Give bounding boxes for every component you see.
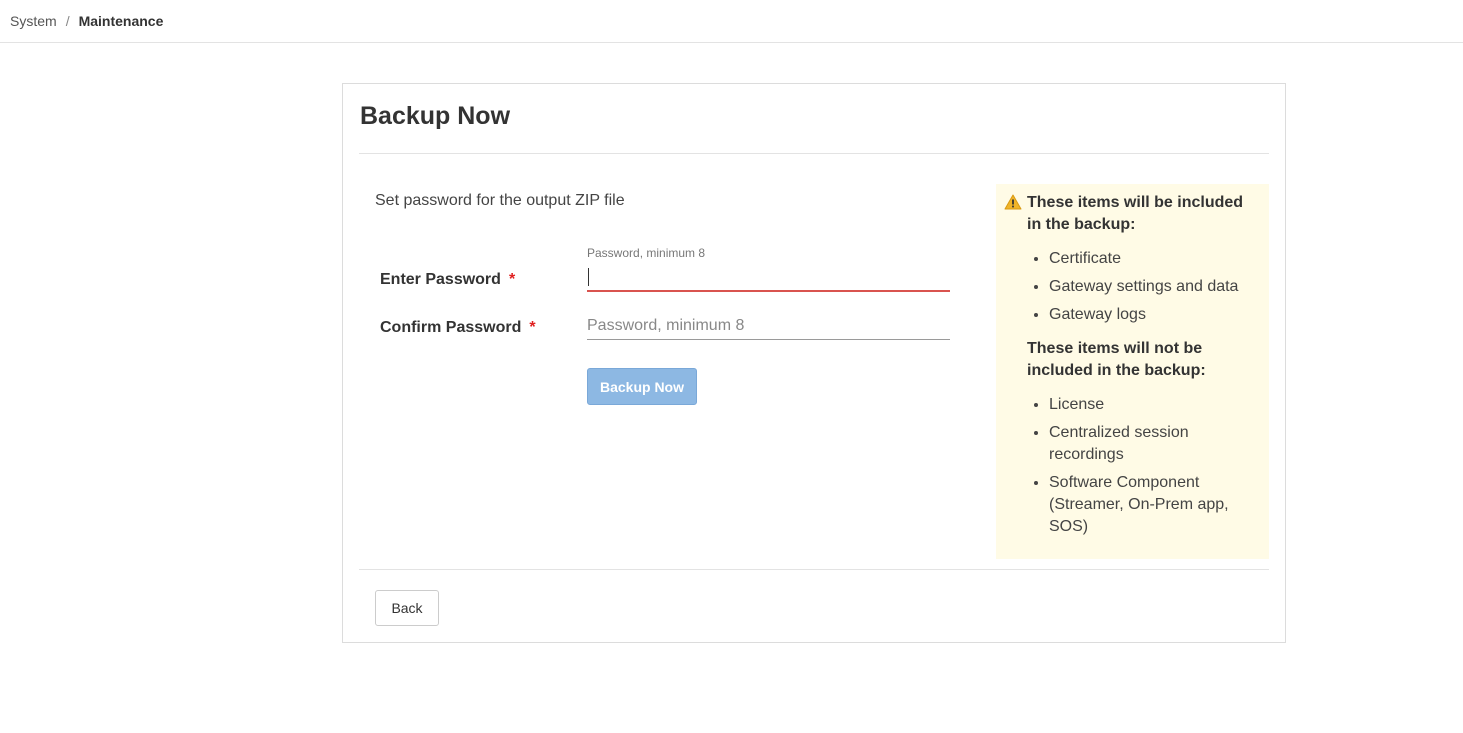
list-item: Certificate	[1049, 248, 1255, 270]
page-title: Backup Now	[360, 102, 511, 130]
confirm-password-label: Confirm Password *	[380, 319, 536, 337]
required-mark: *	[508, 271, 516, 288]
back-button[interactable]: Back	[375, 590, 439, 626]
backup-card: Backup Now Set password for the output Z…	[342, 83, 1286, 643]
list-item: License	[1049, 394, 1255, 416]
enter-password-label: Enter Password *	[380, 271, 515, 289]
excluded-list: License Centralized session recordings S…	[1004, 394, 1255, 538]
required-mark: *	[529, 319, 536, 336]
warning-icon	[1004, 194, 1022, 210]
confirm-password-label-text: Confirm Password	[380, 319, 522, 336]
list-item: Centralized session recordings	[1049, 422, 1255, 466]
confirm-password-input[interactable]	[587, 312, 950, 340]
enter-password-input[interactable]	[587, 264, 950, 292]
included-heading: These items will be included in the back…	[1004, 192, 1255, 236]
backup-info-panel: These items will be included in the back…	[996, 184, 1269, 559]
excluded-heading: These items will not be included in the …	[1027, 338, 1255, 382]
breadcrumb-separator: /	[65, 13, 70, 29]
list-item: Gateway settings and data	[1049, 276, 1255, 298]
included-list: Certificate Gateway settings and data Ga…	[1004, 248, 1255, 326]
text-caret	[588, 268, 589, 286]
footer-divider	[359, 569, 1269, 570]
included-heading-text: These items will be included in the back…	[1027, 194, 1244, 233]
instruction-text: Set password for the output ZIP file	[375, 192, 625, 209]
enter-password-floating-label: Password, minimum 8	[587, 246, 706, 260]
excluded-heading-text: These items will not be included in the …	[1027, 340, 1206, 379]
enter-password-label-text: Enter Password	[380, 271, 501, 288]
list-item: Gateway logs	[1049, 304, 1255, 326]
breadcrumb: System / Maintenance	[0, 0, 1463, 43]
list-item: Software Component (Streamer, On-Prem ap…	[1049, 472, 1255, 538]
backup-now-button[interactable]: Backup Now	[587, 368, 697, 405]
breadcrumb-item-system[interactable]: System	[10, 13, 57, 29]
title-divider	[359, 153, 1269, 154]
breadcrumb-item-maintenance: Maintenance	[78, 13, 164, 29]
